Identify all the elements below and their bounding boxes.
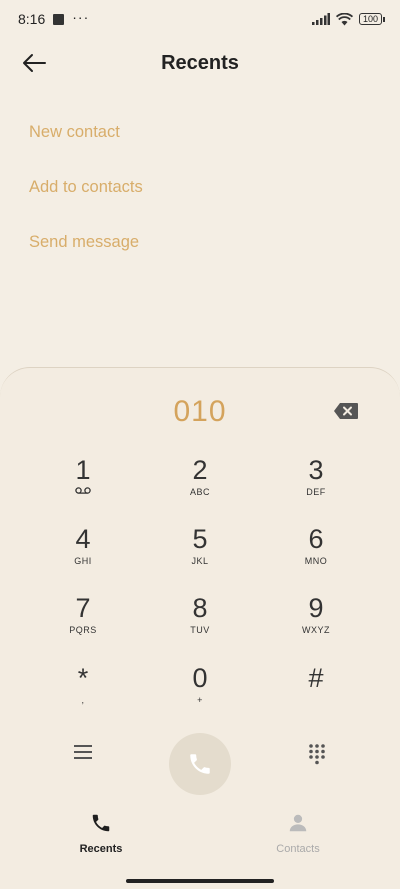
key-digit: 6 <box>308 524 324 554</box>
key-digit: 1 <box>75 455 91 485</box>
key-7[interactable]: 7 PQRS <box>38 593 128 653</box>
dialpad-icon <box>309 744 325 765</box>
key-letters: JKL <box>191 556 209 566</box>
status-right: 100 <box>311 12 386 26</box>
key-1[interactable]: 1 <box>38 455 128 515</box>
phone-icon <box>190 754 210 774</box>
action-menu: New contact Add to contacts Send message <box>29 105 143 270</box>
voicemail-icon <box>75 487 91 494</box>
key-letters: GHI <box>74 556 92 566</box>
wifi-icon <box>335 12 353 25</box>
key-3[interactable]: 3 DEF <box>271 455 361 515</box>
new-contact-link[interactable]: New contact <box>29 105 143 160</box>
person-icon <box>289 814 307 832</box>
key-9[interactable]: 9 WXYZ <box>271 593 361 653</box>
key-letters: PQRS <box>69 625 97 635</box>
backspace-button[interactable] <box>333 402 359 420</box>
tab-contacts[interactable]: Contacts <box>238 812 358 855</box>
tab-label: Recents <box>79 843 123 855</box>
tab-recents[interactable]: Recents <box>41 812 161 855</box>
menu-icon <box>74 745 92 759</box>
notification-icon <box>53 13 65 25</box>
home-indicator[interactable] <box>126 879 274 883</box>
key-letters: DEF <box>306 487 326 497</box>
header: Recents <box>0 40 400 86</box>
key-digit: # <box>308 663 324 693</box>
key-letters: , <box>81 695 85 705</box>
menu-button[interactable] <box>74 744 92 765</box>
backspace-icon <box>334 403 358 419</box>
key-digit: 7 <box>75 593 91 623</box>
status-left: 8:16 ··· <box>18 9 90 27</box>
send-message-link[interactable]: Send message <box>29 215 143 270</box>
status-time: 8:16 <box>18 11 46 27</box>
key-digit: 5 <box>192 524 208 554</box>
key-digit: 4 <box>75 524 91 554</box>
dialpad-toggle-button[interactable] <box>308 743 326 770</box>
status-bar: 8:16 ··· 100 <box>0 0 400 38</box>
tab-label: Contacts <box>276 843 320 855</box>
key-5[interactable]: 5 JKL <box>155 524 245 584</box>
more-notifications-icon: ··· <box>72 9 90 25</box>
key-letters: WXYZ <box>302 625 330 635</box>
phone-icon <box>92 814 110 832</box>
key-hash[interactable]: # <box>271 663 361 723</box>
key-star[interactable]: * , <box>38 663 128 723</box>
key-digit: * <box>77 663 89 693</box>
key-4[interactable]: 4 GHI <box>38 524 128 584</box>
key-letters: ABC <box>189 487 210 497</box>
key-letters: + <box>197 695 203 705</box>
key-letters: MNO <box>304 556 328 566</box>
key-0[interactable]: 0 + <box>155 663 245 723</box>
key-letters: TUV <box>190 625 210 635</box>
key-8[interactable]: 8 TUV <box>155 593 245 653</box>
key-digit: 0 <box>192 663 208 693</box>
key-digit: 9 <box>308 593 324 623</box>
signal-icon <box>311 13 330 25</box>
key-digit: 8 <box>192 593 208 623</box>
key-digit: 2 <box>192 455 208 485</box>
key-2[interactable]: 2 ABC <box>155 455 245 515</box>
call-button[interactable] <box>169 733 231 795</box>
add-to-contacts-link[interactable]: Add to contacts <box>29 160 143 215</box>
page-title: Recents <box>161 52 239 74</box>
battery-icon: 100 <box>358 13 386 25</box>
key-digit: 3 <box>308 455 324 485</box>
key-6[interactable]: 6 MNO <box>271 524 361 584</box>
